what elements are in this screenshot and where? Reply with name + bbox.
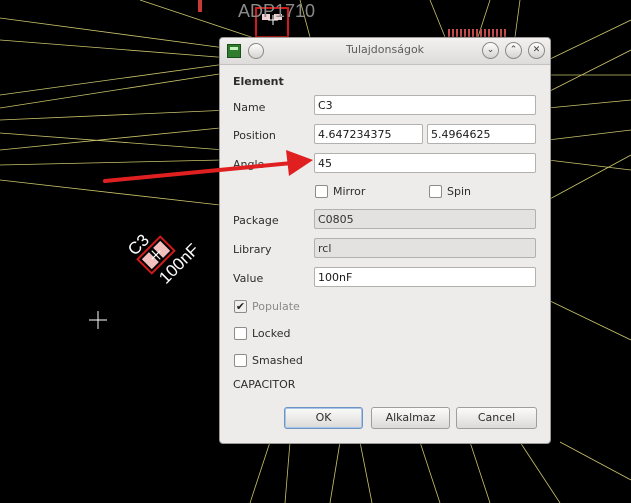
annotation-arrow-icon — [103, 150, 313, 183]
annotation-overlay — [103, 150, 313, 183]
